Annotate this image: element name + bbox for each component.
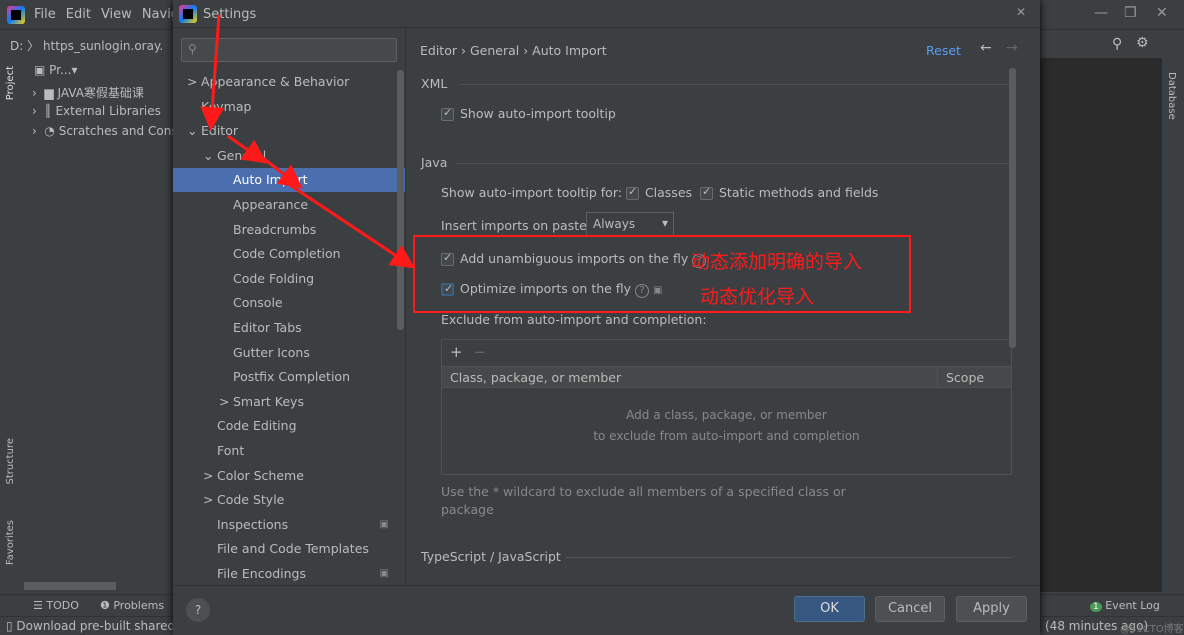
arrow-to-options (289, 183, 415, 269)
arrow-to-auto-import (254, 150, 303, 189)
annotation-arrows (200, 14, 415, 269)
arrow-to-editor (200, 14, 225, 131)
arrow-to-general (227, 134, 267, 164)
